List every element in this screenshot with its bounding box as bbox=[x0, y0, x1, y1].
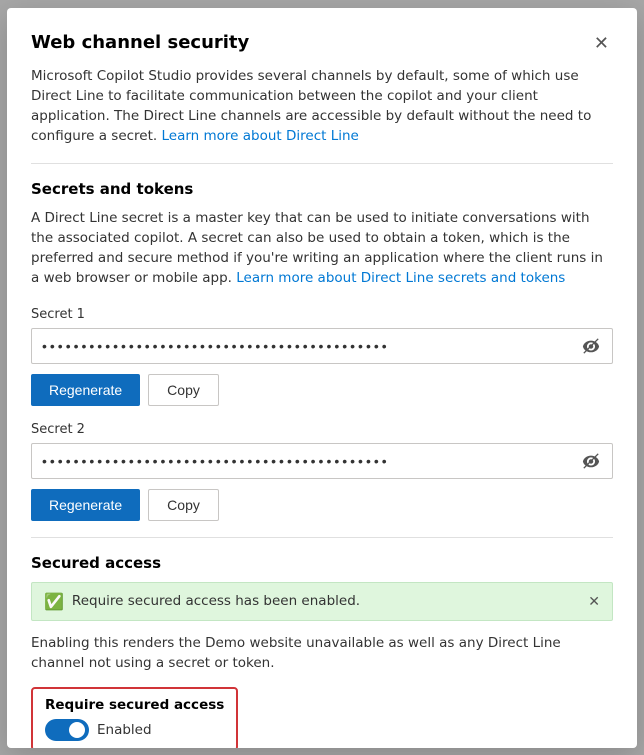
secret2-group: Secret 2 Regenerate Copy bbox=[31, 422, 613, 521]
secret2-input[interactable] bbox=[42, 453, 580, 469]
close-button[interactable]: ✕ bbox=[590, 32, 613, 54]
secret2-actions: Regenerate Copy bbox=[31, 489, 613, 521]
banner-close-button[interactable]: ✕ bbox=[588, 593, 600, 610]
secret1-eye-button[interactable] bbox=[580, 337, 602, 355]
toggle-state-label: Enabled bbox=[97, 722, 152, 738]
divider-2 bbox=[31, 537, 613, 538]
secret2-copy-button[interactable]: Copy bbox=[148, 489, 219, 521]
secured-access-title: Secured access bbox=[31, 554, 613, 572]
secret1-input[interactable] bbox=[42, 338, 580, 354]
secret1-regenerate-button[interactable]: Regenerate bbox=[31, 374, 140, 406]
toggle-switch[interactable] bbox=[45, 719, 89, 741]
secret2-eye-button[interactable] bbox=[580, 452, 602, 470]
secrets-section: Secrets and tokens A Direct Line secret … bbox=[31, 180, 613, 521]
toggle-slider bbox=[45, 719, 89, 741]
modal-header: Web channel security ✕ bbox=[31, 32, 613, 54]
success-icon: ✅ bbox=[44, 592, 64, 611]
secret2-regenerate-button[interactable]: Regenerate bbox=[31, 489, 140, 521]
success-banner: ✅ Require secured access has been enable… bbox=[31, 582, 613, 621]
toggle-section: Require secured access Enabled bbox=[31, 687, 238, 748]
modal-overlay: Web channel security ✕ Microsoft Copilot… bbox=[0, 0, 644, 755]
secret1-group: Secret 1 Regenerate Copy bbox=[31, 307, 613, 406]
secrets-description: A Direct Line secret is a master key tha… bbox=[31, 208, 613, 289]
secret1-label: Secret 1 bbox=[31, 307, 613, 322]
success-banner-text: Require secured access has been enabled. bbox=[72, 593, 580, 609]
toggle-label: Require secured access bbox=[45, 697, 224, 713]
secured-access-section: Secured access ✅ Require secured access … bbox=[31, 554, 613, 748]
learn-more-tokens-link[interactable]: Learn more about Direct Line secrets and… bbox=[236, 270, 565, 286]
secret1-copy-button[interactable]: Copy bbox=[148, 374, 219, 406]
secret2-input-row bbox=[31, 443, 613, 479]
learn-more-direct-line-link[interactable]: Learn more about Direct Line bbox=[161, 128, 358, 144]
secrets-title: Secrets and tokens bbox=[31, 180, 613, 198]
secret2-label: Secret 2 bbox=[31, 422, 613, 437]
secret1-actions: Regenerate Copy bbox=[31, 374, 613, 406]
divider-1 bbox=[31, 163, 613, 164]
modal-container: Web channel security ✕ Microsoft Copilot… bbox=[7, 8, 637, 748]
toggle-row: Enabled bbox=[45, 719, 224, 741]
secret1-input-row bbox=[31, 328, 613, 364]
secured-access-warning: Enabling this renders the Demo website u… bbox=[31, 633, 613, 674]
modal-description: Microsoft Copilot Studio provides severa… bbox=[31, 66, 613, 147]
modal-title: Web channel security bbox=[31, 32, 249, 53]
